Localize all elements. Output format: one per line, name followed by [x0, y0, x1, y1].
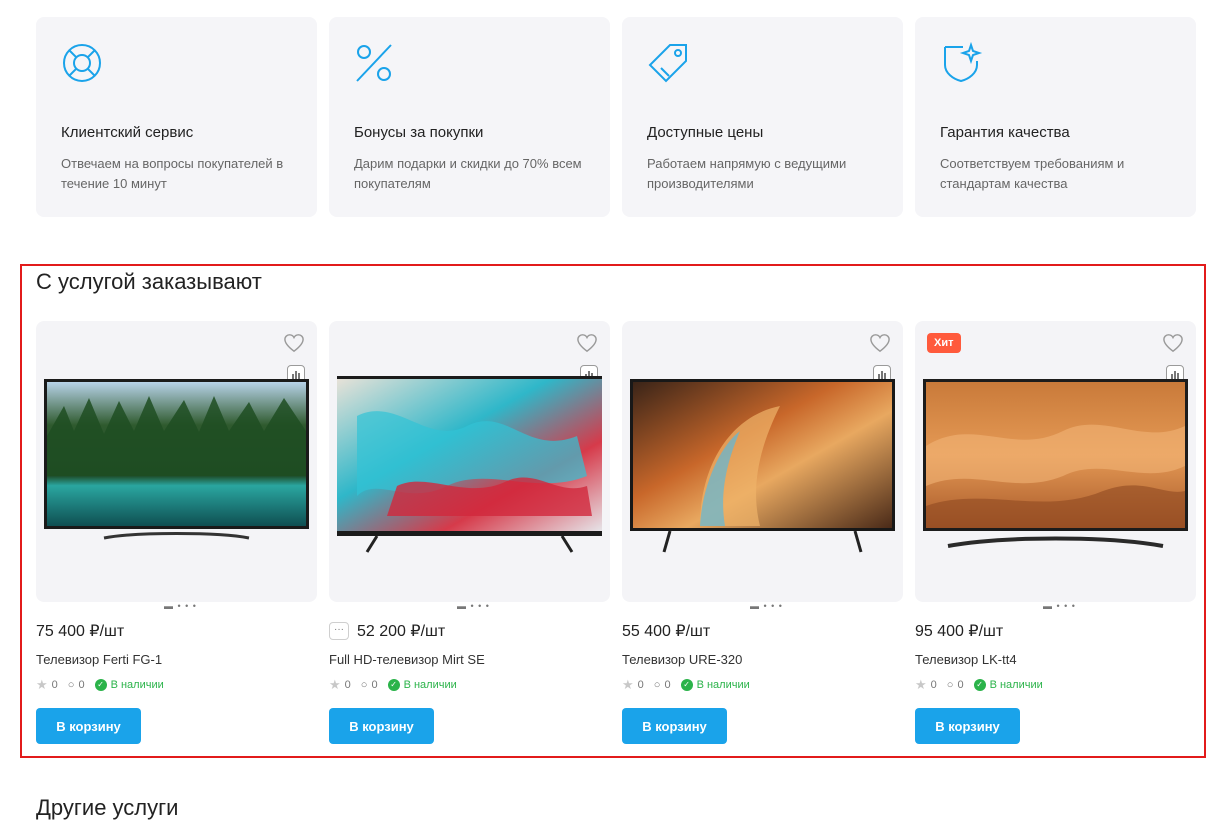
- product-meta: ★ 0 ○ 0 ✓ В наличии: [36, 677, 164, 693]
- product-name[interactable]: Телевизор URE-320: [622, 652, 742, 667]
- reviews-count: 0: [371, 679, 378, 691]
- star-icon: ★: [915, 677, 927, 692]
- feature-description: Соответствуем требованиям и стандартам к…: [940, 156, 1125, 191]
- price-row: 95 400 ₽/шт: [915, 621, 1003, 641]
- favorite-heart-icon[interactable]: [576, 333, 598, 353]
- rating-count: 0: [51, 679, 58, 691]
- favorite-heart-icon[interactable]: [869, 333, 891, 353]
- feature-title: Доступные цены: [647, 124, 764, 141]
- stock-status: ✓ В наличии: [94, 679, 164, 691]
- feature-title: Клиентский сервис: [61, 124, 194, 141]
- check-icon: ✓: [680, 679, 693, 691]
- star-icon: ★: [36, 677, 48, 692]
- feature-card-quality: Гарантия качества Соответствуем требован…: [915, 17, 1196, 217]
- product-image-box[interactable]: [36, 321, 317, 602]
- star-icon: ★: [622, 677, 634, 692]
- rating-count: 0: [637, 679, 644, 691]
- price-row: 75 400 ₽/шт: [36, 621, 124, 641]
- price-row: ··· 52 200 ₽/шт: [329, 621, 445, 641]
- price-row: 55 400 ₽/шт: [622, 621, 710, 641]
- comment-icon: ○: [67, 679, 75, 691]
- rating-count: 0: [344, 679, 351, 691]
- add-to-cart-button[interactable]: В корзину: [622, 708, 727, 744]
- add-to-cart-button[interactable]: В корзину: [329, 708, 434, 744]
- hit-badge: Хит: [927, 333, 961, 353]
- rating-count: 0: [930, 679, 937, 691]
- product-image-box[interactable]: Хит: [915, 321, 1196, 602]
- comment-icon: ○: [653, 679, 661, 691]
- add-to-cart-button[interactable]: В корзину: [915, 708, 1020, 744]
- gallery-dots[interactable]: ▬ • • •: [164, 602, 197, 611]
- product-card: ▬ • • • 75 400 ₽/шт Телевизор Ferti FG-1…: [36, 321, 317, 744]
- product-price: 75 400 ₽/шт: [36, 623, 125, 640]
- favorite-heart-icon[interactable]: [1162, 333, 1184, 353]
- product-meta: ★ 0 ○ 0 ✓ В наличии: [915, 677, 1043, 693]
- star-icon: ★: [329, 677, 341, 692]
- stock-label: В наличии: [696, 679, 750, 691]
- feature-card-bonus: Бонусы за покупки Дарим подарки и скидки…: [329, 17, 610, 217]
- reviews-count: 0: [78, 679, 85, 691]
- product-price: 52 200 ₽/шт: [357, 623, 446, 640]
- product-card: ▬ • • • ··· 52 200 ₽/шт Full HD-телевизо…: [329, 321, 610, 744]
- features-row: Клиентский сервис Отвечаем на вопросы по…: [36, 17, 1196, 217]
- add-to-cart-button[interactable]: В корзину: [36, 708, 141, 744]
- stock-status: ✓ В наличии: [387, 679, 457, 691]
- stock-status: ✓ В наличии: [973, 679, 1043, 691]
- feature-title: Бонусы за покупки: [354, 124, 484, 141]
- comment-icon: ○: [360, 679, 368, 691]
- gallery-dots[interactable]: ▬ • • •: [1043, 602, 1076, 611]
- check-icon: ✓: [973, 679, 986, 691]
- feature-description: Дарим подарки и скидки до 70% всем покуп…: [354, 156, 582, 191]
- tv-image: [630, 379, 895, 553]
- stock-status: ✓ В наличии: [680, 679, 750, 691]
- reviews-count: 0: [957, 679, 964, 691]
- product-name[interactable]: Full HD-телевизор Mirt SE: [329, 652, 485, 667]
- product-price: 55 400 ₽/шт: [622, 623, 711, 640]
- product-name[interactable]: Телевизор LK-tt4: [915, 652, 1017, 667]
- feature-card-service: Клиентский сервис Отвечаем на вопросы по…: [36, 17, 317, 217]
- tv-image: [44, 379, 309, 540]
- section-title: С услугой заказывают: [36, 269, 262, 294]
- product-meta: ★ 0 ○ 0 ✓ В наличии: [622, 677, 750, 693]
- product-card: Хит ▬ • • • 95 400 ₽/шт Телевизор LK-tt4…: [915, 321, 1196, 744]
- feature-description: Работаем напрямую с ведущими производите…: [647, 156, 847, 191]
- favorite-heart-icon[interactable]: [283, 333, 305, 353]
- stock-label: В наличии: [989, 679, 1043, 691]
- tv-image: [923, 379, 1188, 548]
- product-name[interactable]: Телевизор Ferti FG-1: [36, 652, 162, 667]
- shield-star-icon: [944, 41, 983, 83]
- product-image-box[interactable]: [622, 321, 903, 602]
- check-icon: ✓: [387, 679, 400, 691]
- product-card: ▬ • • • 55 400 ₽/шт Телевизор URE-320 ★ …: [622, 321, 903, 744]
- product-image-box[interactable]: [329, 321, 610, 602]
- feature-title: Гарантия качества: [940, 124, 1070, 141]
- feature-card-prices: Доступные цены Работаем напрямую с ведущ…: [622, 17, 903, 217]
- product-meta: ★ 0 ○ 0 ✓ В наличии: [329, 677, 457, 693]
- feature-description: Отвечаем на вопросы покупателей в течени…: [61, 156, 284, 191]
- price-tag-icon: [648, 44, 687, 83]
- check-icon: ✓: [94, 679, 107, 691]
- gallery-dots[interactable]: ▬ • • •: [457, 602, 490, 611]
- product-price: 95 400 ₽/шт: [915, 623, 1004, 640]
- percent-icon: [356, 44, 392, 82]
- product-list: ▬ • • • 75 400 ₽/шт Телевизор Ferti FG-1…: [36, 321, 1196, 744]
- more-options-button[interactable]: ···: [329, 622, 349, 640]
- reviews-count: 0: [664, 679, 671, 691]
- tv-image: [337, 376, 602, 553]
- stock-label: В наличии: [110, 679, 164, 691]
- other-services-title: Другие услуги: [36, 795, 179, 820]
- stock-label: В наличии: [403, 679, 457, 691]
- gallery-dots[interactable]: ▬ • • •: [750, 602, 783, 611]
- comment-icon: ○: [946, 679, 954, 691]
- lifebuoy-icon: [63, 44, 101, 82]
